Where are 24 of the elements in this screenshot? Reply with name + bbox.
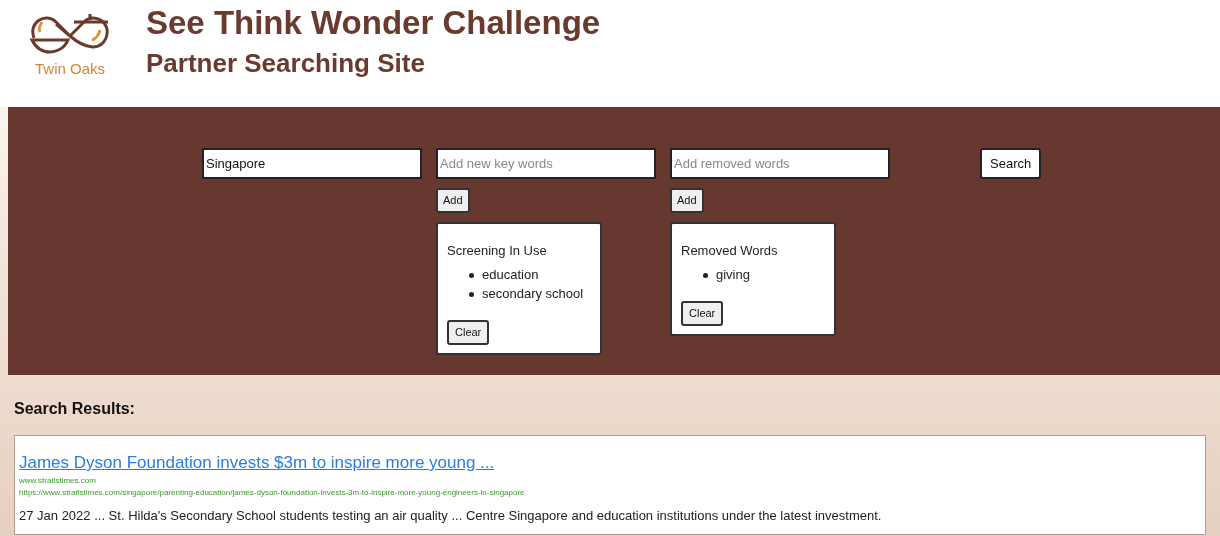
result-site: www.straitstimes.com [19,475,97,486]
card-title: Screening In Use [447,241,548,260]
word-item: education [482,266,539,284]
add-button[interactable]: Add [670,188,704,213]
input-field[interactable]: Add removed words [670,148,890,179]
add-button[interactable]: Add [436,188,470,213]
page-subtitle: Partner Searching Site [146,47,426,80]
bullet-icon [469,291,474,297]
input-field[interactable]: Add new key words [436,148,656,179]
word-item: giving [716,266,750,284]
page-title: See Think Wonder Challenge [146,3,601,43]
clear-button[interactable]: Clear [447,320,490,345]
bullet-icon [703,272,708,278]
bullet-icon [469,272,474,278]
search-button[interactable]: Search [980,148,1042,179]
logo-text: Twin Oaks [35,59,105,79]
card-title: Removed Words [681,241,779,260]
result-snippet: 27 Jan 2022 ... St. Hilda's Secondary School students testing an air quality ... Centre Singapore and education institutions under the latest investment. [19,507,883,524]
word-item: secondary school [482,285,584,303]
clear-button[interactable]: Clear [681,301,724,326]
result-url: https://www.straitstimes.com/singapore/parenting-education/james-dyson-foundation-invests-3m-to-inspire-more-young-engineers-in-singapore [19,487,526,498]
results-heading: Search Results: [14,399,136,419]
search-field[interactable]: Singapore [202,148,422,179]
result-title-link[interactable]: James Dyson Foundation invests $3m to inspire more young ... [19,453,495,472]
